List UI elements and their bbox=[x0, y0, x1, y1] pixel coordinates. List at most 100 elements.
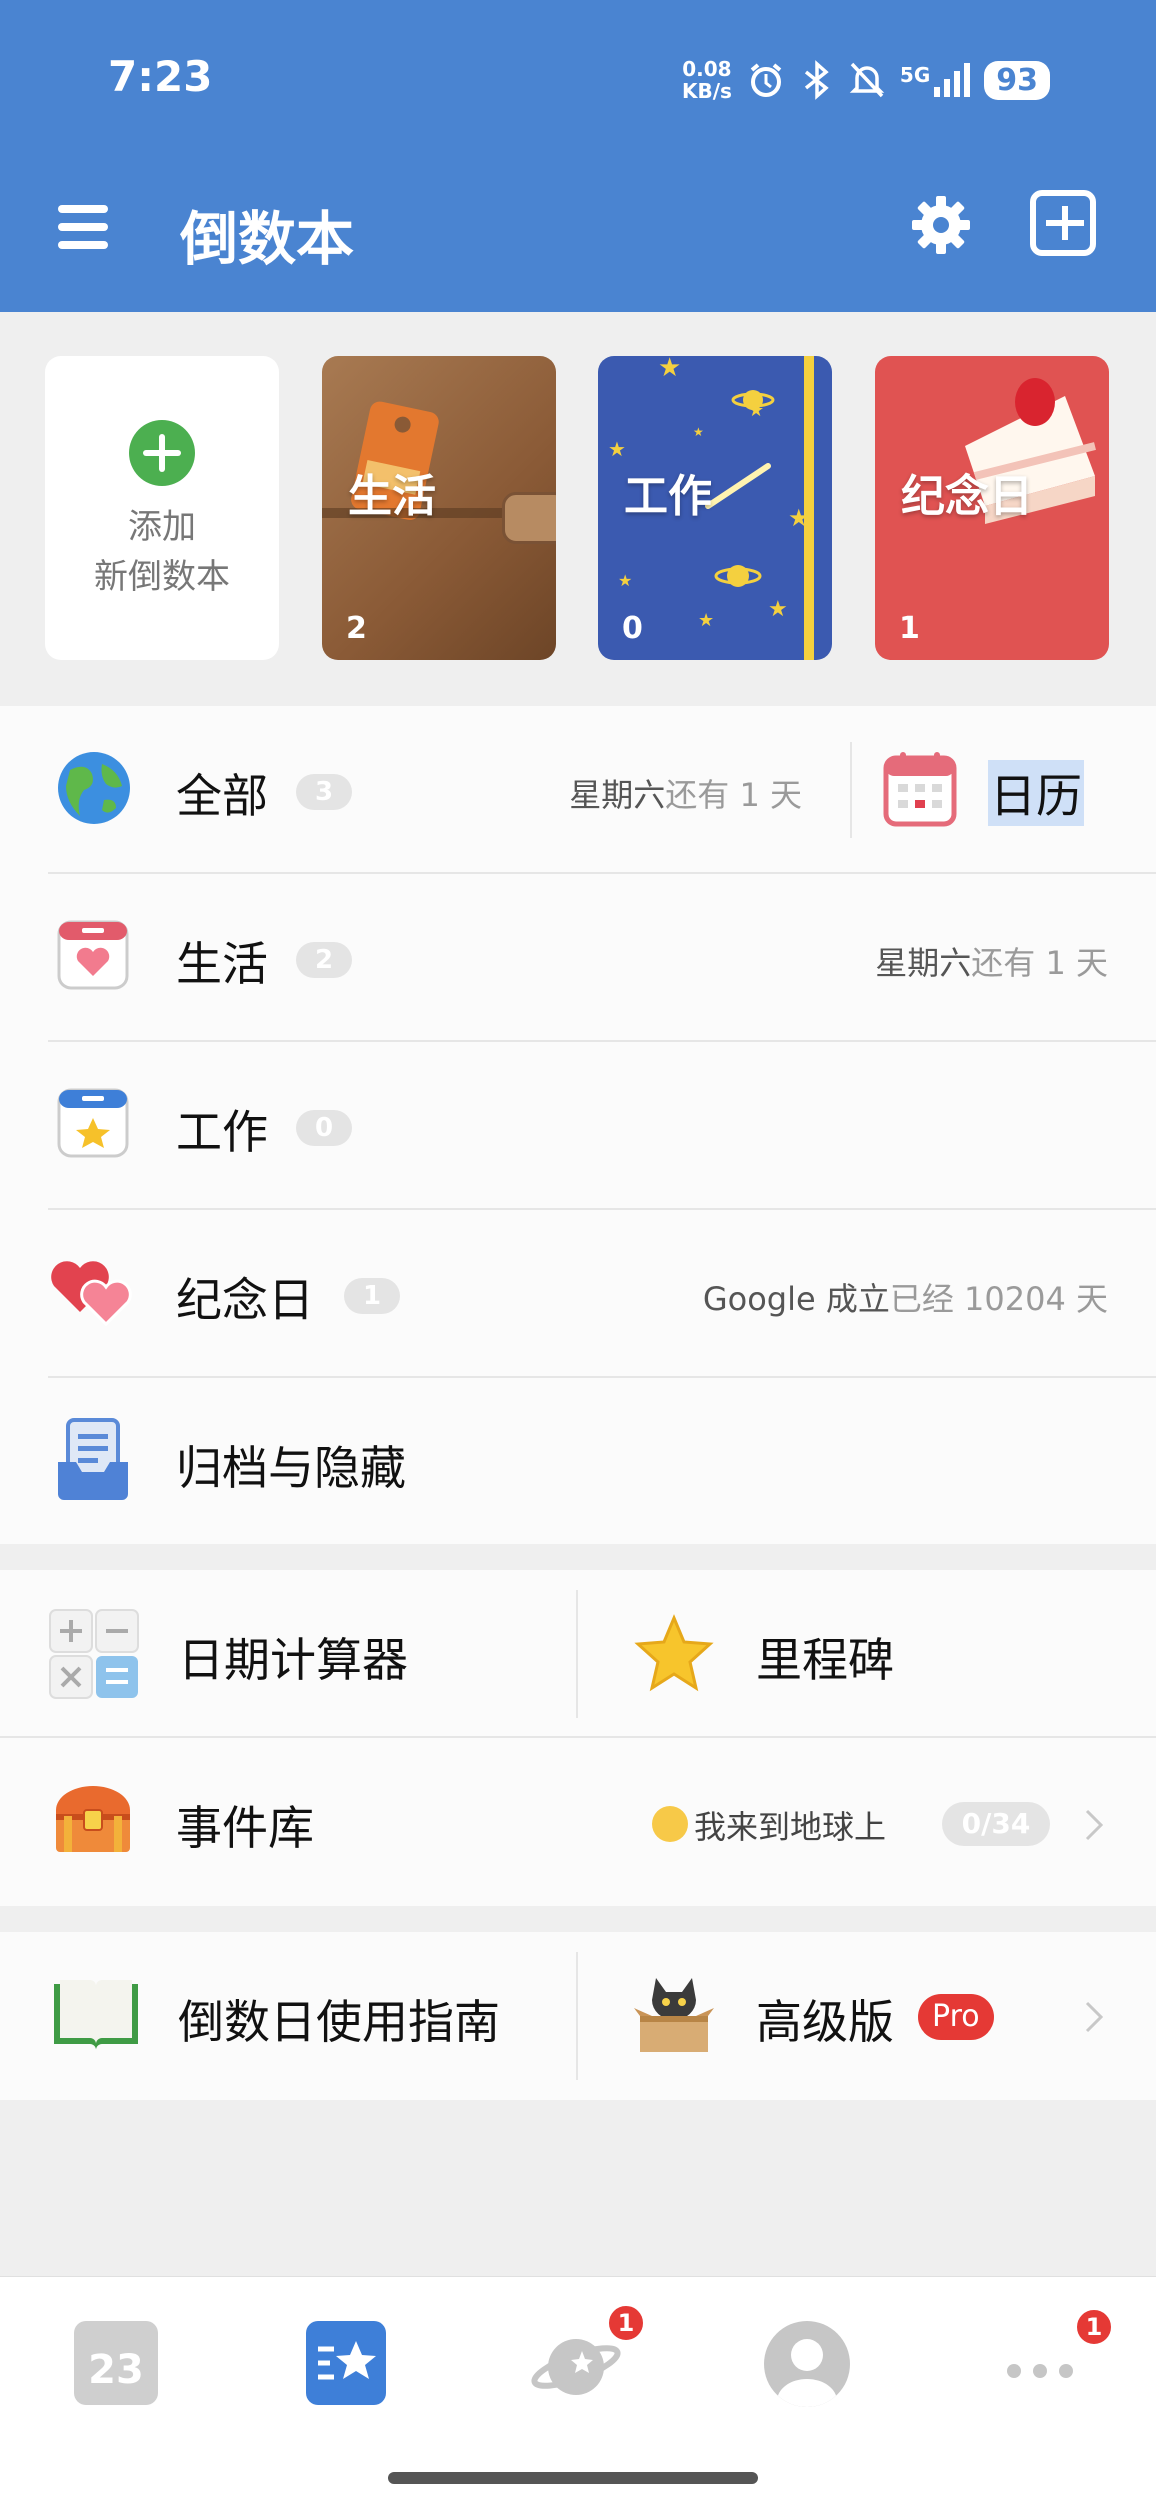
premium-item[interactable]: 高级版 Pro bbox=[578, 1932, 1156, 2100]
bluetooth-icon bbox=[804, 60, 829, 100]
book-title: 工作 bbox=[624, 471, 712, 522]
cat-box-icon bbox=[634, 1978, 714, 2052]
profile-icon bbox=[777, 2339, 837, 2407]
svg-text:★: ★ bbox=[658, 356, 681, 383]
book-clasp bbox=[502, 492, 556, 544]
category-list: 全部 3 星期六还有 1 天 日历 生活 2 星期六还有 1 天 工作 0 纪念… bbox=[0, 706, 1156, 1544]
chevron-right-icon[interactable] bbox=[1084, 1808, 1104, 1842]
smile-emoji-icon bbox=[652, 1806, 688, 1842]
book-count: 1 bbox=[899, 611, 920, 646]
network-type: 5G bbox=[899, 63, 931, 87]
event-countdown: 已经 10204 天 bbox=[889, 1280, 1108, 1318]
category-label: 全部 bbox=[176, 769, 268, 823]
date-calculator-label: 日期计算器 bbox=[178, 1633, 408, 1687]
category-label: 归档与隐藏 bbox=[176, 1441, 406, 1495]
status-icons: 0.08 KB/s 5G 93 bbox=[682, 52, 1050, 108]
book-icon bbox=[54, 1980, 138, 2050]
count-badge: 2 bbox=[296, 942, 352, 978]
network-indicator: 5G bbox=[899, 63, 971, 97]
extras-panel: 倒数日使用指南 高级版 Pro bbox=[0, 1932, 1156, 2100]
app-bar: 7:23 0.08 KB/s 5G 93 倒数本 bbox=[0, 0, 1156, 312]
pro-badge: Pro bbox=[918, 1994, 994, 2040]
premium-label: 高级版 bbox=[756, 1995, 894, 2049]
book-count: 2 bbox=[346, 611, 367, 646]
net-speed: 0.08 KB/s bbox=[682, 58, 732, 102]
nav-more-tab[interactable]: 1 bbox=[1000, 2307, 1114, 2397]
event-name: 星期六 bbox=[875, 944, 972, 982]
globe-icon bbox=[58, 752, 130, 824]
chevron-right-icon[interactable] bbox=[1084, 2000, 1104, 2034]
battery-level: 93 bbox=[984, 60, 1050, 100]
calendar-tab-day: 23 bbox=[88, 2347, 144, 2393]
book-title: 纪念日 bbox=[901, 471, 1033, 522]
mute-bell-icon bbox=[849, 62, 885, 98]
calculator-icon bbox=[49, 1609, 139, 1699]
hearts-icon bbox=[51, 1261, 132, 1326]
tools-panel: 日期计算器 里程碑 事件库 我来到地球上 0/34 bbox=[0, 1570, 1156, 1906]
svg-text:★: ★ bbox=[608, 437, 626, 461]
event-name: 星期六 bbox=[569, 776, 666, 814]
event-name: Google 成立 bbox=[702, 1280, 890, 1318]
svg-text:★: ★ bbox=[693, 425, 704, 439]
svg-text:★: ★ bbox=[768, 597, 788, 622]
star-icon bbox=[634, 1614, 714, 1692]
add-countdown-book-card[interactable]: 添加 新倒数本 bbox=[45, 356, 279, 660]
count-badge: 0 bbox=[296, 1110, 352, 1146]
category-row-archive[interactable]: 归档与隐藏 bbox=[0, 1378, 1156, 1546]
category-row-life[interactable]: 生活 2 星期六还有 1 天 bbox=[0, 874, 1156, 1042]
alarm-icon bbox=[750, 63, 782, 97]
notification-badge: 1 bbox=[606, 2303, 646, 2343]
status-time: 7:23 bbox=[108, 52, 213, 101]
event-countdown: 还有 1 天 bbox=[971, 944, 1108, 982]
event-countdown: 还有 1 天 bbox=[665, 776, 802, 814]
next-event-text: 星期六还有 1 天 bbox=[875, 938, 1108, 984]
calendar-icon[interactable] bbox=[882, 750, 958, 828]
net-speed-unit: KB/s bbox=[681, 79, 732, 103]
gear-icon[interactable] bbox=[908, 192, 974, 258]
svg-text:★: ★ bbox=[618, 571, 632, 590]
book-count: 0 bbox=[622, 611, 643, 646]
next-event-text: Google 成立已经 10204 天 bbox=[703, 1274, 1108, 1320]
milestone-item[interactable]: 里程碑 bbox=[578, 1570, 1156, 1738]
nav-profile-tab[interactable] bbox=[764, 2321, 850, 2407]
category-row-all[interactable]: 全部 3 星期六还有 1 天 日历 bbox=[0, 706, 1156, 874]
count-badge: 3 bbox=[296, 774, 352, 810]
net-speed-value: 0.08 bbox=[682, 57, 732, 81]
book-card-life[interactable]: 生活 2 bbox=[322, 356, 556, 660]
menu-icon[interactable] bbox=[58, 205, 108, 251]
guide-label: 倒数日使用指南 bbox=[178, 1995, 500, 2049]
tools-row-1: 日期计算器 里程碑 bbox=[0, 1570, 1156, 1738]
add-plus-icon bbox=[129, 420, 195, 486]
vertical-divider bbox=[850, 742, 852, 838]
list-star-icon bbox=[318, 2341, 376, 2380]
book-card-anniversary[interactable]: 纪念日 1 bbox=[875, 356, 1109, 660]
add-book-line1: 添加 bbox=[128, 507, 196, 547]
treasure-chest-icon bbox=[56, 1786, 130, 1852]
book-card-work[interactable]: ★ ★ ★ ★ ★ ★ ★ ★ 工作 0 bbox=[598, 356, 832, 660]
notification-badge: 1 bbox=[1074, 2307, 1114, 2347]
progress-pill: 0/34 bbox=[942, 1802, 1050, 1846]
category-label: 纪念日 bbox=[176, 1273, 314, 1327]
date-calculator-item[interactable]: 日期计算器 bbox=[0, 1570, 576, 1738]
home-indicator[interactable] bbox=[388, 2472, 758, 2484]
next-event-text: 星期六还有 1 天 bbox=[569, 770, 802, 816]
star-calendar-icon bbox=[57, 1088, 129, 1158]
event-library-label: 事件库 bbox=[176, 1801, 314, 1855]
calendar-label[interactable]: 日历 bbox=[988, 760, 1084, 826]
page-title: 倒数本 bbox=[180, 205, 355, 273]
more-icon bbox=[1007, 2364, 1073, 2378]
count-badge: 1 bbox=[344, 1278, 400, 1314]
nav-countdown-tab[interactable] bbox=[306, 2321, 386, 2405]
category-row-work[interactable]: 工作 0 bbox=[0, 1042, 1156, 1210]
milestone-label: 里程碑 bbox=[756, 1633, 894, 1687]
nav-discover-tab[interactable]: 1 bbox=[530, 2303, 646, 2409]
add-book-line2: 新倒数本 bbox=[94, 557, 230, 597]
guide-item[interactable]: 倒数日使用指南 bbox=[0, 1932, 576, 2100]
category-row-anniversary[interactable]: 纪念日 1 Google 成立已经 10204 天 bbox=[0, 1210, 1156, 1378]
event-library-row[interactable]: 事件库 我来到地球上 0/34 bbox=[0, 1738, 1156, 1906]
event-library-hint: 我来到地球上 bbox=[694, 1808, 887, 1846]
svg-text:★: ★ bbox=[698, 610, 714, 631]
nav-calendar-tab[interactable]: 23 bbox=[74, 2321, 158, 2405]
add-book-icon[interactable] bbox=[1030, 190, 1096, 256]
category-label: 工作 bbox=[176, 1105, 268, 1159]
